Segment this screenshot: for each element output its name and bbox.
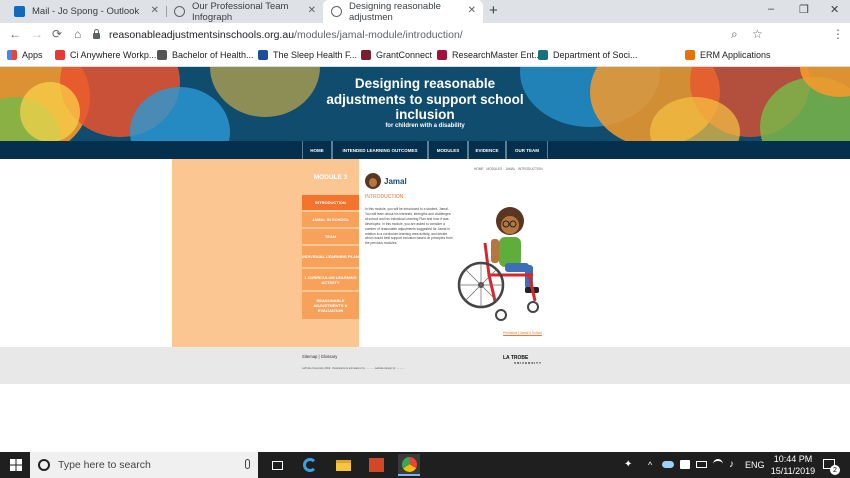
breadcrumb[interactable]: HOME MODULES JAMAL INTRODUCTION: [474, 167, 543, 171]
globe-icon: [331, 6, 342, 17]
bird-icon: [157, 50, 167, 60]
bookmark-bachelor-health[interactable]: Bachelor of Health...: [157, 50, 254, 60]
bookmark-label: GrantConnect: [376, 50, 433, 60]
footer-copyright: LaTrobe University 2019 · Illustrations …: [302, 367, 405, 370]
bookmarks-bar: Apps Ci Anywhere Workp... Bachelor of He…: [0, 46, 850, 106]
bookmark-label: The Sleep Health F...: [273, 50, 358, 60]
apps-grid-icon: [7, 50, 17, 60]
close-icon[interactable]: ✕: [308, 5, 316, 16]
module-item-learning-plan[interactable]: INDIVIDUAL LEARNING PLAN: [302, 246, 359, 268]
nav-modules[interactable]: MODULES: [428, 141, 468, 159]
bookmark-label: ERM Applications: [700, 50, 771, 60]
back-icon[interactable]: ←: [9, 27, 21, 41]
search-placeholder: Type here to search: [58, 459, 151, 471]
task-view-icon[interactable]: [266, 454, 288, 476]
module-item-jamal-in-school[interactable]: JAMAL IN SCHOOL: [302, 212, 359, 228]
close-window-button[interactable]: ✕: [830, 3, 839, 16]
outlook-icon: [14, 6, 25, 17]
tab-title: Mail - Jo Spong - Outlook: [32, 6, 140, 17]
logo-subtext: UNIVERSITY: [514, 361, 543, 365]
student-name: Jamal: [384, 177, 407, 186]
module-item-reasonable-adjustments[interactable]: REASONABLE ADJUSTMENTS & EVALUATION: [302, 292, 359, 320]
nav-our-team[interactable]: OUR TEAM: [506, 141, 548, 159]
footer-links[interactable]: Sitemap | Glossary: [302, 354, 337, 359]
edge-icon[interactable]: [299, 454, 321, 476]
site-footer: [0, 347, 850, 384]
browser-tab-strip: Mail - Jo Spong - Outlook ✕ Our Professi…: [0, 0, 850, 23]
module-label: MODULE 3: [313, 174, 348, 181]
volume-icon[interactable]: ♪: [729, 459, 734, 470]
address-bar[interactable]: reasonableadjustmentsinschools.org.au/mo…: [93, 25, 773, 44]
section-heading: INTRODUCTION: [365, 194, 404, 200]
url-domain: reasonableadjustmentsinschools.org.au: [109, 28, 295, 41]
erm-icon: [685, 50, 695, 60]
ci-icon: [55, 50, 65, 60]
bookmark-apps[interactable]: Apps: [7, 50, 43, 60]
bookmark-sleep-health[interactable]: The Sleep Health F...: [258, 50, 357, 60]
jamal-wheelchair-illustration: [457, 207, 539, 321]
lock-icon: [93, 29, 100, 39]
tab-infographic[interactable]: Our Professional Team Infograph ✕: [166, 0, 323, 23]
home-icon[interactable]: ⌂: [74, 27, 81, 41]
close-icon[interactable]: ✕: [468, 5, 476, 16]
close-icon[interactable]: ✕: [151, 5, 159, 16]
bookmark-label: Ci Anywhere Workp...: [70, 50, 157, 60]
module-item-team[interactable]: TEAM: [302, 229, 359, 245]
file-explorer-icon[interactable]: [332, 454, 354, 476]
shf-icon: [258, 50, 268, 60]
tab-current[interactable]: Designing reasonable adjustmen ✕: [323, 0, 483, 23]
latrobe-logo[interactable]: LA TROBE UNIVERSITY: [503, 356, 542, 366]
dropbox-icon[interactable]: [680, 460, 690, 469]
taskbar-search[interactable]: Type here to search: [30, 452, 258, 478]
researchmaster-icon: [437, 50, 447, 60]
powerpoint-icon[interactable]: [365, 454, 387, 476]
clock-time[interactable]: 10:44 PM: [772, 454, 814, 464]
new-tab-button[interactable]: +: [489, 2, 498, 19]
clock-date[interactable]: 15/11/2019: [768, 466, 818, 476]
menu-icon[interactable]: ⋮: [832, 27, 844, 41]
notification-count: 2: [830, 465, 840, 475]
bookmark-ci-anywhere[interactable]: Ci Anywhere Workp...: [55, 50, 156, 60]
tray-overflow-icon[interactable]: ^: [648, 460, 652, 470]
microphone-icon[interactable]: [245, 459, 250, 469]
globe-icon: [174, 6, 185, 17]
tab-title: Our Professional Team Infograph: [192, 0, 289, 23]
bookmark-researchmaster[interactable]: ResearchMaster Ent...: [437, 50, 542, 60]
chrome-icon[interactable]: [398, 454, 420, 476]
bookmark-label: Apps: [22, 50, 43, 60]
jamal-avatar: [365, 173, 381, 189]
onedrive-icon[interactable]: [662, 461, 674, 468]
banner-subtitle: for children with a disability: [385, 123, 465, 129]
reload-icon[interactable]: ⟳: [52, 27, 62, 41]
battery-icon[interactable]: [696, 461, 707, 468]
language-indicator[interactable]: ENG: [745, 460, 765, 470]
tab-title: Designing reasonable adjustmen: [349, 0, 441, 23]
bookmark-label: ResearchMaster Ent...: [452, 50, 542, 60]
wifi-icon[interactable]: [713, 459, 723, 469]
banner-title: Designing reasonable adjustments to supp…: [326, 76, 524, 122]
module-item-introduction[interactable]: INTRODUCTION: [302, 195, 359, 211]
nav-home[interactable]: HOME: [302, 141, 332, 159]
bookmark-department[interactable]: Department of Soci...: [538, 50, 638, 60]
windows-start-icon[interactable]: [10, 459, 22, 471]
bookmark-label: Department of Soci...: [553, 50, 638, 60]
people-icon[interactable]: ✦: [624, 459, 632, 470]
permalink[interactable]: Permalink | Jamal & School: [503, 331, 542, 335]
minimize-button[interactable]: –: [768, 3, 774, 15]
nav-evidence[interactable]: EVIDENCE: [468, 141, 506, 159]
bookmark-grantconnect[interactable]: GrantConnect: [361, 50, 432, 60]
search-icon: [38, 459, 50, 471]
tab-outlook[interactable]: Mail - Jo Spong - Outlook ✕: [6, 0, 166, 23]
url-path: /modules/jamal-module/introduction/: [294, 28, 463, 41]
forward-icon[interactable]: →: [31, 27, 43, 41]
maximize-button[interactable]: ❐: [799, 3, 809, 16]
grantconnect-icon: [361, 50, 371, 60]
intro-paragraph: In this module, you will be introduced t…: [365, 207, 453, 246]
bookmark-erm[interactable]: ERM Applications: [685, 50, 771, 60]
module-item-curriculum-activity[interactable]: 1 CURRICULUM LEARNING ACTIVITY: [302, 269, 359, 291]
department-icon: [538, 50, 548, 60]
nav-intended-learning-outcomes[interactable]: INTENDED LEARNING OUTCOMES: [332, 141, 428, 159]
bookmark-label: Bachelor of Health...: [172, 50, 254, 60]
